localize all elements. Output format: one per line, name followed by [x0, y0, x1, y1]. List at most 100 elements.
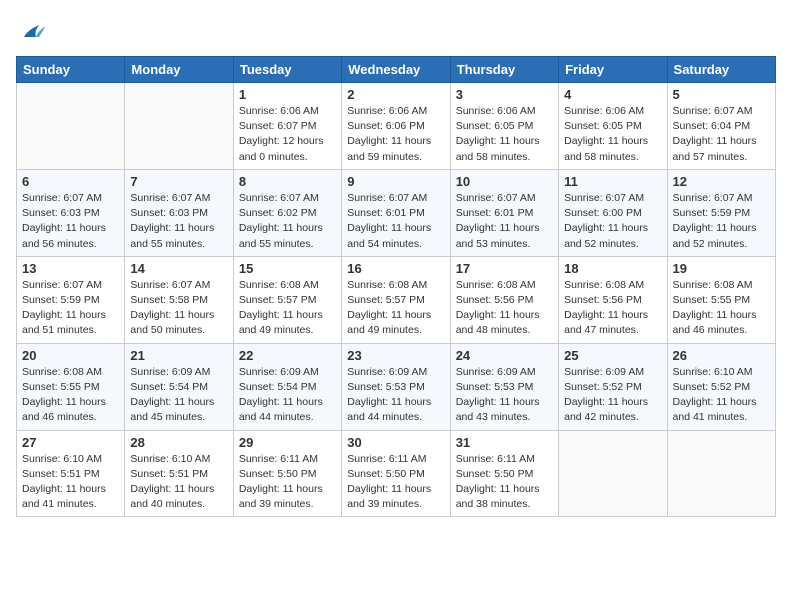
day-info: Sunrise: 6:06 AM Sunset: 6:05 PM Dayligh…	[564, 104, 661, 165]
day-number: 22	[239, 348, 336, 363]
calendar-cell: 8Sunrise: 6:07 AM Sunset: 6:02 PM Daylig…	[233, 169, 341, 256]
calendar-cell	[17, 83, 125, 170]
day-info: Sunrise: 6:07 AM Sunset: 6:03 PM Dayligh…	[130, 191, 227, 252]
day-info: Sunrise: 6:07 AM Sunset: 5:59 PM Dayligh…	[673, 191, 770, 252]
day-number: 24	[456, 348, 553, 363]
day-info: Sunrise: 6:11 AM Sunset: 5:50 PM Dayligh…	[347, 452, 444, 513]
calendar-cell: 15 Sunrise: 6:08 AM Sunset: 5:57 PM Dayli…	[233, 256, 341, 343]
day-number: 30	[347, 435, 444, 450]
day-info: Sunrise: 6:08 AM Sunset: 5:57 PM Dayligh…	[239, 278, 336, 339]
calendar-cell	[559, 430, 667, 517]
day-number: 3	[456, 87, 553, 102]
day-number: 18	[564, 261, 661, 276]
day-number: 28	[130, 435, 227, 450]
day-header-wednesday: Wednesday	[342, 57, 450, 83]
calendar-cell: 1 Sunrise: 6:06 AM Sunset: 6:07 PM Daylig…	[233, 83, 341, 170]
calendar-cell: 31 Sunrise: 6:11 AM Sunset: 5:50 PM Dayli…	[450, 430, 558, 517]
day-info: Sunrise: 6:06 AM Sunset: 6:05 PM Dayligh…	[456, 104, 553, 165]
day-info: Sunrise: 6:09 AM Sunset: 5:53 PM Dayligh…	[456, 365, 553, 426]
day-info: Sunrise: 6:08 AM Sunset: 5:56 PM Dayligh…	[564, 278, 661, 339]
calendar-cell: 23 Sunrise: 6:09 AM Sunset: 5:53 PM Dayli…	[342, 343, 450, 430]
day-number: 12	[673, 174, 770, 189]
day-number: 11	[564, 174, 661, 189]
calendar-week-1: 1 Sunrise: 6:06 AM Sunset: 6:07 PM Daylig…	[17, 83, 776, 170]
day-info: Sunrise: 6:08 AM Sunset: 5:55 PM Dayligh…	[673, 278, 770, 339]
day-header-sunday: Sunday	[17, 57, 125, 83]
day-number: 23	[347, 348, 444, 363]
calendar-cell: 24 Sunrise: 6:09 AM Sunset: 5:53 PM Dayli…	[450, 343, 558, 430]
day-number: 27	[22, 435, 119, 450]
day-info: Sunrise: 6:07 AM Sunset: 5:59 PM Dayligh…	[22, 278, 119, 339]
logo-icon	[18, 16, 48, 46]
day-number: 26	[673, 348, 770, 363]
day-info: Sunrise: 6:07 AM Sunset: 6:00 PM Dayligh…	[564, 191, 661, 252]
day-info: Sunrise: 6:08 AM Sunset: 5:55 PM Dayligh…	[22, 365, 119, 426]
day-number: 6	[22, 174, 119, 189]
calendar-cell: 21 Sunrise: 6:09 AM Sunset: 5:54 PM Dayli…	[125, 343, 233, 430]
day-info: Sunrise: 6:09 AM Sunset: 5:54 PM Dayligh…	[239, 365, 336, 426]
day-header-friday: Friday	[559, 57, 667, 83]
day-header-tuesday: Tuesday	[233, 57, 341, 83]
calendar-cell: 11 Sunrise: 6:07 AM Sunset: 6:00 PM Dayli…	[559, 169, 667, 256]
calendar-week-2: 6 Sunrise: 6:07 AM Sunset: 6:03 PM Daylig…	[17, 169, 776, 256]
day-info: Sunrise: 6:07 AM Sunset: 5:58 PM Dayligh…	[130, 278, 227, 339]
day-number: 14	[130, 261, 227, 276]
day-number: 15	[239, 261, 336, 276]
day-number: 10	[456, 174, 553, 189]
day-info: Sunrise: 6:08 AM Sunset: 5:57 PM Dayligh…	[347, 278, 444, 339]
day-number: 7	[130, 174, 227, 189]
day-info: Sunrise: 6:09 AM Sunset: 5:54 PM Dayligh…	[130, 365, 227, 426]
calendar-cell: 13 Sunrise: 6:07 AM Sunset: 5:59 PM Dayli…	[17, 256, 125, 343]
calendar-cell: 6 Sunrise: 6:07 AM Sunset: 6:03 PM Daylig…	[17, 169, 125, 256]
day-info: Sunrise: 6:09 AM Sunset: 5:53 PM Dayligh…	[347, 365, 444, 426]
calendar-week-3: 13 Sunrise: 6:07 AM Sunset: 5:59 PM Dayli…	[17, 256, 776, 343]
calendar-cell: 7 Sunrise: 6:07 AM Sunset: 6:03 PM Daylig…	[125, 169, 233, 256]
calendar-cell	[125, 83, 233, 170]
calendar-cell: 26Sunrise: 6:10 AM Sunset: 5:52 PM Dayli…	[667, 343, 775, 430]
calendar-cell: 29Sunrise: 6:11 AM Sunset: 5:50 PM Dayli…	[233, 430, 341, 517]
page-header	[16, 16, 776, 46]
day-info: Sunrise: 6:08 AM Sunset: 5:56 PM Dayligh…	[456, 278, 553, 339]
day-info: Sunrise: 6:07 AM Sunset: 6:03 PM Dayligh…	[22, 191, 119, 252]
calendar-cell: 20 Sunrise: 6:08 AM Sunset: 5:55 PM Dayli…	[17, 343, 125, 430]
calendar-cell: 28 Sunrise: 6:10 AM Sunset: 5:51 PM Dayli…	[125, 430, 233, 517]
day-number: 1	[239, 87, 336, 102]
day-header-monday: Monday	[125, 57, 233, 83]
calendar-cell: 3 Sunrise: 6:06 AM Sunset: 6:05 PM Daylig…	[450, 83, 558, 170]
calendar-cell: 14 Sunrise: 6:07 AM Sunset: 5:58 PM Dayli…	[125, 256, 233, 343]
day-info: Sunrise: 6:06 AM Sunset: 6:07 PM Dayligh…	[239, 104, 336, 165]
calendar-cell: 5Sunrise: 6:07 AM Sunset: 6:04 PM Daylig…	[667, 83, 775, 170]
day-number: 8	[239, 174, 336, 189]
calendar-cell: 12 Sunrise: 6:07 AM Sunset: 5:59 PM Dayli…	[667, 169, 775, 256]
day-number: 29	[239, 435, 336, 450]
calendar-cell: 4 Sunrise: 6:06 AM Sunset: 6:05 PM Daylig…	[559, 83, 667, 170]
day-number: 31	[456, 435, 553, 450]
calendar-cell: 17 Sunrise: 6:08 AM Sunset: 5:56 PM Dayli…	[450, 256, 558, 343]
day-number: 17	[456, 261, 553, 276]
day-info: Sunrise: 6:06 AM Sunset: 6:06 PM Dayligh…	[347, 104, 444, 165]
day-number: 16	[347, 261, 444, 276]
day-info: Sunrise: 6:07 AM Sunset: 6:04 PM Dayligh…	[673, 104, 770, 165]
day-info: Sunrise: 6:10 AM Sunset: 5:51 PM Dayligh…	[130, 452, 227, 513]
day-number: 13	[22, 261, 119, 276]
day-number: 9	[347, 174, 444, 189]
calendar-header-row: SundayMondayTuesdayWednesdayThursdayFrid…	[17, 57, 776, 83]
calendar-cell: 30 Sunrise: 6:11 AM Sunset: 5:50 PM Dayli…	[342, 430, 450, 517]
day-info: Sunrise: 6:11 AM Sunset: 5:50 PM Dayligh…	[456, 452, 553, 513]
day-info: Sunrise: 6:09 AM Sunset: 5:52 PM Dayligh…	[564, 365, 661, 426]
day-number: 20	[22, 348, 119, 363]
day-info: Sunrise: 6:07 AM Sunset: 6:01 PM Dayligh…	[347, 191, 444, 252]
day-number: 19	[673, 261, 770, 276]
day-number: 25	[564, 348, 661, 363]
day-number: 2	[347, 87, 444, 102]
calendar-cell: 2 Sunrise: 6:06 AM Sunset: 6:06 PM Daylig…	[342, 83, 450, 170]
calendar-cell	[667, 430, 775, 517]
day-header-saturday: Saturday	[667, 57, 775, 83]
calendar-cell: 9 Sunrise: 6:07 AM Sunset: 6:01 PM Daylig…	[342, 169, 450, 256]
day-header-thursday: Thursday	[450, 57, 558, 83]
calendar-cell: 25 Sunrise: 6:09 AM Sunset: 5:52 PM Dayli…	[559, 343, 667, 430]
calendar-cell: 16 Sunrise: 6:08 AM Sunset: 5:57 PM Dayli…	[342, 256, 450, 343]
day-number: 21	[130, 348, 227, 363]
calendar-cell: 22 Sunrise: 6:09 AM Sunset: 5:54 PM Dayli…	[233, 343, 341, 430]
day-number: 4	[564, 87, 661, 102]
